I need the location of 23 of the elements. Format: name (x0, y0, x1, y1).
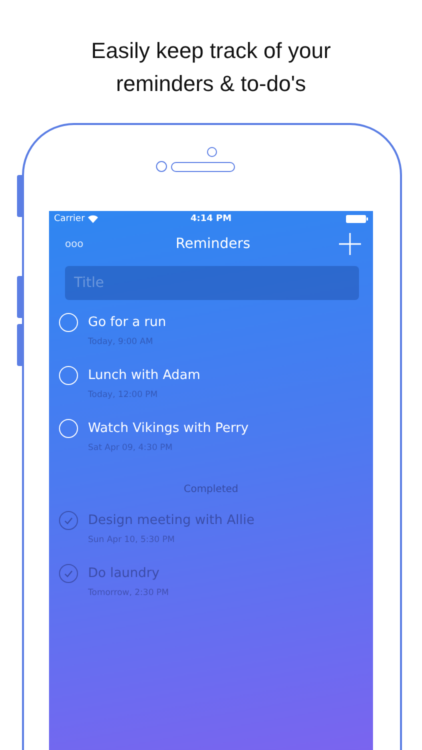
battery-icon (346, 215, 368, 223)
reminder-title: Do laundry (88, 566, 160, 581)
empty-circle[interactable] (59, 313, 78, 332)
reminder-due-date: Tomorrow, 2:30 PM (88, 588, 169, 598)
sensor-icon (156, 161, 166, 172)
camera-icon (207, 147, 217, 157)
checked-circle[interactable] (59, 564, 78, 583)
checked-circle[interactable] (59, 511, 78, 530)
menu-button[interactable]: ooo (65, 238, 105, 250)
wifi-icon (88, 215, 98, 223)
section-heading: Completed (182, 484, 240, 495)
screen-title: Reminders (176, 236, 250, 252)
carrier-label: Carrier (54, 214, 85, 224)
empty-circle[interactable] (59, 419, 78, 438)
headline: Easily keep track of your reminders & to-do's (90, 37, 332, 98)
empty-circle[interactable] (59, 366, 78, 385)
reminder-title: Go for a run (88, 315, 166, 330)
reminder-due-date: Sun Apr 10, 5:30 PM (88, 535, 176, 545)
clock-time: 4:14 PM (190, 214, 232, 224)
speaker-icon (170, 162, 234, 172)
reminder-title: Watch Vikings with Perry (88, 421, 249, 436)
reminder-title: Design meeting with Allie (88, 513, 254, 528)
reminder-title: Lunch with Adam (88, 368, 200, 383)
